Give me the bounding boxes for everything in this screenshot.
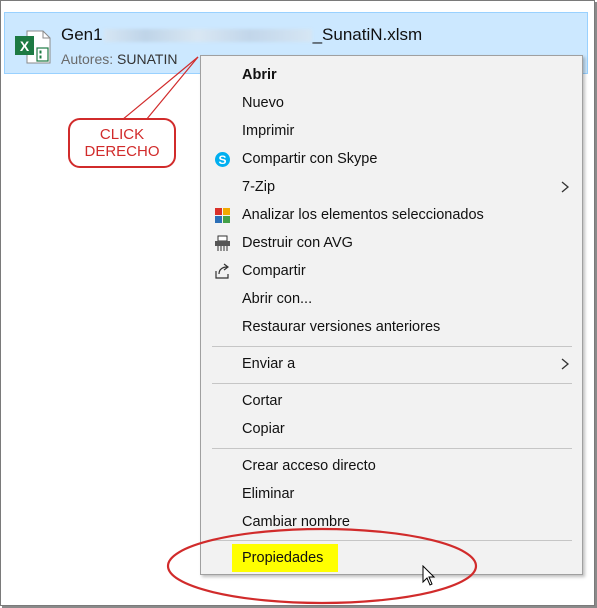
- menu-item-label: Abrir: [242, 67, 277, 83]
- right-click-callout: CLICK DERECHO: [68, 118, 176, 168]
- menu-item-label: Propiedades: [242, 550, 324, 566]
- menu-separator: [212, 383, 572, 384]
- skype-icon: S: [215, 152, 230, 167]
- menu-item-label: Abrir con...: [242, 291, 313, 307]
- menu-item-propiedades[interactable]: Propiedades: [201, 544, 582, 572]
- context-menu: Abrir Nuevo Imprimir S Compartir con Sky…: [200, 55, 583, 575]
- callout-line-2: DERECHO: [84, 143, 160, 160]
- menu-item-destruir-avg[interactable]: Destruir con AVG: [201, 229, 582, 257]
- menu-item-imprimir[interactable]: Imprimir: [201, 117, 582, 145]
- callout-line-1: CLICK: [99, 126, 145, 143]
- menu-item-label: Eliminar: [242, 486, 295, 502]
- shredder-icon: [215, 235, 230, 251]
- file-author: Autores: SUNATIN: [61, 51, 177, 67]
- menu-separator: [212, 448, 572, 449]
- menu-item-compartir[interactable]: Compartir: [201, 257, 582, 285]
- menu-item-7zip[interactable]: 7-Zip: [201, 173, 582, 201]
- menu-item-cortar[interactable]: Cortar: [201, 387, 582, 415]
- share-icon: [215, 263, 229, 279]
- menu-item-label: Copiar: [242, 421, 285, 437]
- menu-separator: [212, 540, 572, 541]
- menu-item-enviar-a[interactable]: Enviar a: [201, 350, 582, 378]
- menu-item-nuevo[interactable]: Nuevo: [201, 89, 582, 117]
- menu-item-compartir-skype[interactable]: S Compartir con Skype: [201, 145, 582, 173]
- menu-item-abrir[interactable]: Abrir: [201, 61, 582, 89]
- avg-icon: [215, 208, 230, 223]
- menu-item-restaurar[interactable]: Restaurar versiones anteriores: [201, 313, 582, 341]
- menu-item-label: Analizar los elementos seleccionados: [242, 207, 484, 223]
- chevron-right-icon: [561, 358, 570, 370]
- svg-text:S: S: [218, 153, 226, 167]
- menu-item-label: Cortar: [242, 393, 283, 409]
- menu-item-label: Enviar a: [242, 356, 296, 372]
- file-name-suffix: _SunatiN.xlsm: [312, 25, 423, 44]
- menu-item-label: Imprimir: [242, 123, 295, 139]
- svg-text:X: X: [20, 38, 30, 54]
- redacted-segment: [103, 29, 312, 43]
- menu-item-eliminar[interactable]: Eliminar: [201, 480, 582, 508]
- menu-item-label: Restaurar versiones anteriores: [242, 319, 441, 335]
- mouse-cursor-icon: [422, 565, 436, 586]
- menu-item-label: Cambiar nombre: [242, 514, 350, 530]
- author-label: Autores:: [61, 51, 114, 67]
- chevron-right-icon: [561, 181, 570, 193]
- menu-item-abrir-con[interactable]: Abrir con...: [201, 285, 582, 313]
- menu-item-label: Nuevo: [242, 95, 284, 111]
- menu-item-analizar[interactable]: Analizar los elementos seleccionados: [201, 201, 582, 229]
- menu-item-label: Destruir con AVG: [242, 235, 353, 251]
- menu-item-label: Crear acceso directo: [242, 458, 376, 474]
- excel-icon: X: [15, 30, 51, 64]
- menu-separator: [212, 346, 572, 347]
- file-name: Gen1 _SunatiN.xlsm: [61, 25, 422, 45]
- menu-item-label: Compartir: [242, 263, 306, 279]
- file-name-prefix: Gen1: [61, 25, 103, 44]
- menu-item-copiar[interactable]: Copiar: [201, 415, 582, 443]
- menu-item-label: 7-Zip: [242, 179, 276, 195]
- menu-item-cambiar-nombre[interactable]: Cambiar nombre: [201, 508, 582, 536]
- menu-item-label: Compartir con Skype: [242, 151, 378, 167]
- author-value: SUNATIN: [117, 51, 178, 67]
- menu-item-crear-acceso[interactable]: Crear acceso directo: [201, 452, 582, 480]
